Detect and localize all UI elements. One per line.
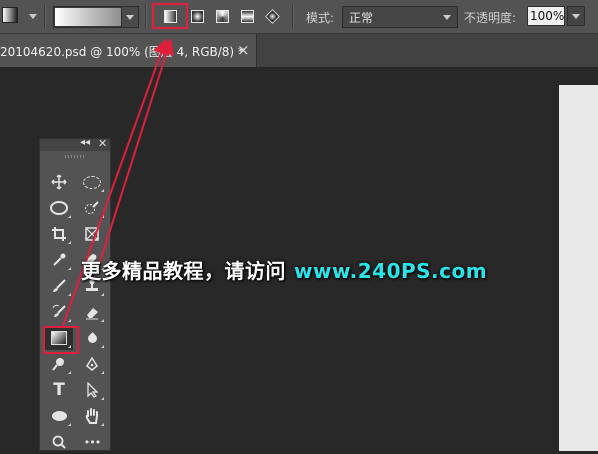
close-icon[interactable]: ✕ <box>98 137 107 150</box>
quick-selection-icon[interactable] <box>78 196 106 220</box>
hand-icon[interactable] <box>78 404 106 428</box>
history-brush-icon[interactable] <box>45 300 73 324</box>
document-tab[interactable]: 20104620.psd @ 100% (图层 4, RGB/8) * × <box>0 34 257 67</box>
mode-select[interactable]: 正常 <box>342 6 458 28</box>
opacity-dropdown[interactable] <box>567 6 585 26</box>
collapse-icon[interactable]: ◂◂ <box>80 137 90 148</box>
divider <box>44 5 46 28</box>
reflected-gradient-button[interactable] <box>238 7 256 25</box>
opacity-input[interactable]: 100% <box>527 6 565 26</box>
path-selection-icon[interactable] <box>78 378 106 402</box>
crop-icon[interactable] <box>45 222 73 246</box>
close-icon[interactable]: × <box>237 41 250 59</box>
lasso-icon[interactable] <box>45 196 73 220</box>
document-tab-bar: 20104620.psd @ 100% (图层 4, RGB/8) * × <box>0 34 598 67</box>
eraser-icon[interactable] <box>78 300 106 324</box>
more-icon[interactable]: ••• <box>78 430 106 454</box>
tools-panel: ◂◂ ✕ T ••• <box>39 137 111 454</box>
gradient-tool-preset-icon[interactable] <box>2 7 20 25</box>
elliptical-marquee-icon[interactable] <box>78 170 106 194</box>
chevron-down-icon <box>126 15 134 20</box>
watermark-text: 更多精品教程，请访问 <box>81 259 286 283</box>
ellipse-icon[interactable] <box>45 404 73 428</box>
panel-grip[interactable] <box>65 155 85 158</box>
watermark: 更多精品教程，请访问 www.240PS.com <box>81 255 487 284</box>
reflected-gradient-icon <box>241 10 254 23</box>
opacity-label: 不透明度: <box>464 11 517 25</box>
dodge-icon[interactable] <box>45 352 73 376</box>
watermark-url: www.240PS.com <box>294 259 488 283</box>
divider <box>145 5 147 28</box>
pen-icon[interactable] <box>78 352 106 376</box>
radial-gradient-button[interactable] <box>188 7 206 25</box>
chevron-down-icon <box>572 14 580 19</box>
zoom-icon[interactable] <box>45 430 73 454</box>
blur-icon[interactable] <box>78 326 106 350</box>
angle-gradient-button[interactable] <box>213 7 231 25</box>
document-canvas[interactable] <box>559 85 598 451</box>
angle-gradient-icon <box>216 10 229 23</box>
gradient-picker[interactable] <box>53 6 139 28</box>
diamond-gradient-button[interactable] <box>263 7 281 25</box>
options-bar: 模式: 正常 不透明度: 100% <box>0 0 598 34</box>
document-tab-title: 20104620.psd @ 100% (图层 4, RGB/8) * <box>0 45 244 59</box>
mode-label: 模式: <box>306 11 335 25</box>
panel-header[interactable]: ◂◂ ✕ <box>40 137 110 151</box>
type-icon[interactable]: T <box>45 378 73 402</box>
radial-gradient-icon <box>191 10 204 23</box>
gradient-picker-dropdown[interactable] <box>121 7 138 27</box>
mode-value: 正常 <box>349 11 374 25</box>
chevron-down-icon[interactable] <box>29 14 37 19</box>
highlight-box <box>152 3 188 29</box>
chevron-down-icon <box>443 15 451 20</box>
brush-icon[interactable] <box>45 274 73 298</box>
diamond-gradient-icon <box>265 9 280 24</box>
frame-icon[interactable] <box>78 222 106 246</box>
move-icon[interactable] <box>45 170 73 194</box>
highlight-box <box>43 326 79 354</box>
gradient-swatch[interactable] <box>55 8 121 26</box>
eyedropper-icon[interactable] <box>45 248 73 272</box>
divider <box>292 5 294 28</box>
